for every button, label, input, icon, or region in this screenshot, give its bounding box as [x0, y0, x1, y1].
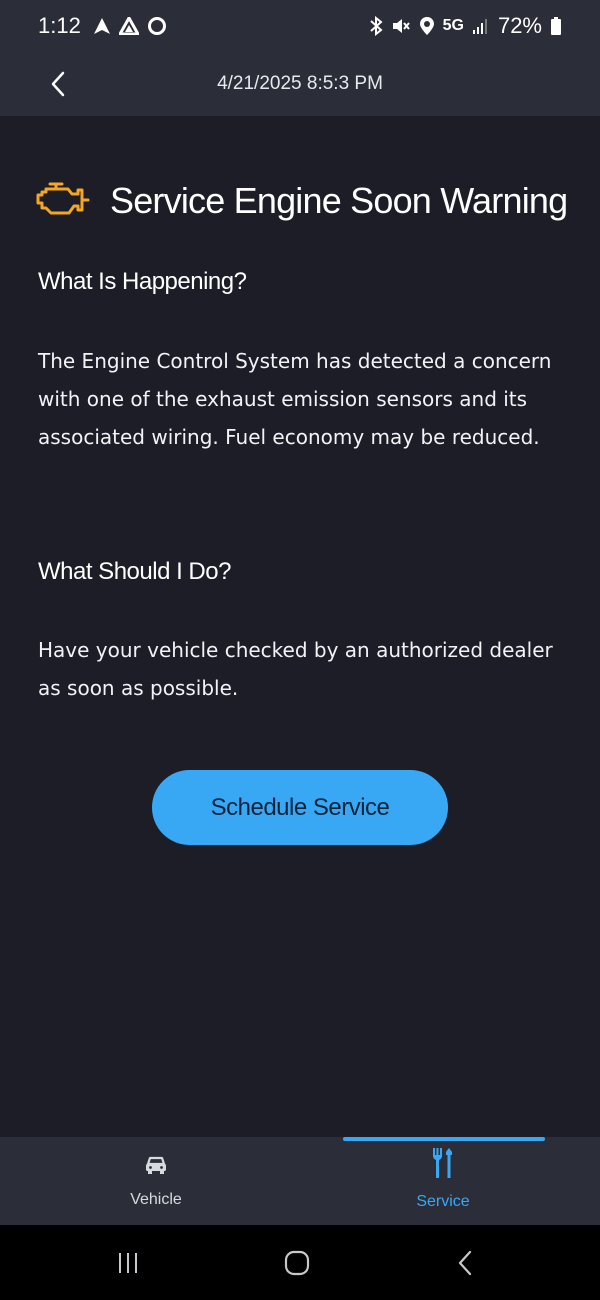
- battery-percent: 72%: [497, 13, 542, 38]
- what-is-happening-text: The Engine Control System has detected a…: [38, 349, 552, 449]
- bottom-nav: Vehicle Service: [0, 1137, 600, 1225]
- back-icon: [458, 1250, 472, 1276]
- schedule-service-button[interactable]: Schedule Service: [152, 770, 448, 845]
- navigation-arrow-icon: [93, 17, 111, 35]
- tab-service-label: Service: [416, 1193, 470, 1210]
- chevron-left-icon: [51, 71, 65, 97]
- mute-icon: [391, 16, 411, 36]
- car-icon: [144, 1147, 168, 1181]
- active-tab-indicator: [343, 1137, 545, 1141]
- system-nav-bar: [0, 1225, 600, 1300]
- tab-service[interactable]: Service: [343, 1147, 543, 1219]
- home-icon: [284, 1250, 310, 1276]
- title-row: Service Engine Soon Warning: [36, 180, 576, 222]
- tools-icon: [430, 1147, 456, 1183]
- tab-vehicle-label: Vehicle: [130, 1191, 182, 1208]
- bluetooth-icon: [369, 16, 383, 36]
- what-should-i-do-text: Have your vehicle checked by an authoriz…: [38, 638, 553, 700]
- status-left: 1:12: [38, 13, 167, 39]
- home-button[interactable]: [277, 1247, 317, 1279]
- app-header: 4/21/2025 8:5:3 PM: [0, 52, 600, 116]
- check-engine-icon: [36, 181, 90, 221]
- what-should-i-do-heading: What Should I Do?: [38, 558, 231, 585]
- back-button[interactable]: [40, 64, 76, 104]
- header-title: 4/21/2025 8:5:3 PM: [217, 73, 383, 94]
- recents-button[interactable]: [108, 1247, 148, 1279]
- page-title: Service Engine Soon Warning: [110, 180, 568, 221]
- status-bar: 1:12 5G 72%: [0, 0, 600, 52]
- tab-vehicle[interactable]: Vehicle: [56, 1147, 256, 1219]
- navigation-app-icon: [118, 17, 139, 35]
- circle-app-icon: [147, 16, 167, 36]
- signal-icon: [472, 17, 490, 35]
- system-back-button[interactable]: [445, 1247, 485, 1279]
- status-time: 1:12: [38, 13, 81, 38]
- network-type: 5G: [442, 17, 464, 34]
- location-icon: [419, 16, 435, 36]
- recents-icon: [119, 1253, 137, 1273]
- what-is-happening-heading: What Is Happening?: [38, 268, 247, 295]
- status-right: 5G 72%: [369, 13, 562, 39]
- battery-icon: [550, 16, 562, 36]
